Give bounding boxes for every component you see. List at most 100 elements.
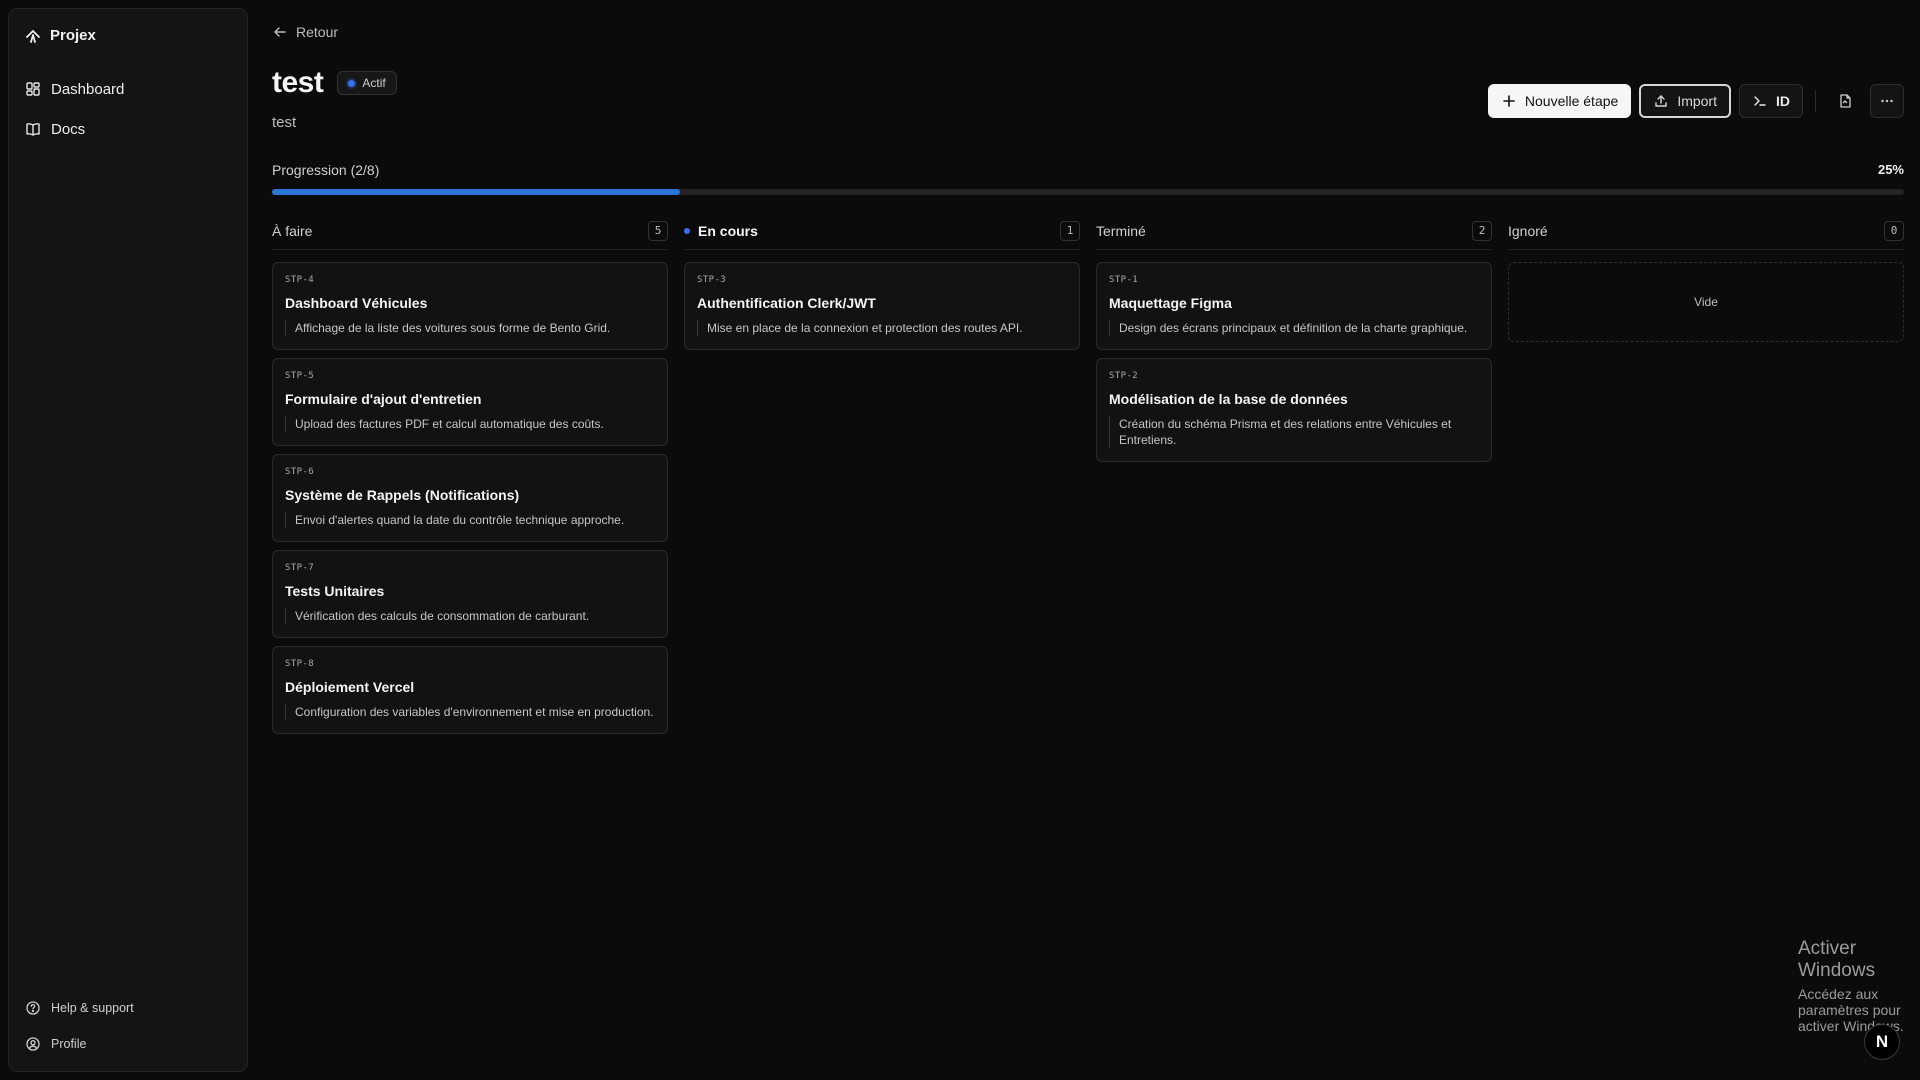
column-count-badge: 1 [1060, 220, 1080, 241]
terminal-icon [1752, 93, 1768, 109]
plus-icon [1501, 93, 1517, 109]
kanban-column: En cours 1 STP-3 Authentification Clerk/JWT… [684, 220, 1080, 742]
sidebar-item-docs[interactable]: Docs [17, 111, 241, 147]
task-title: Dashboard Véhicules [285, 295, 428, 311]
task-card[interactable]: STP-8 Déploiement Vercel Configuration des… [272, 646, 668, 734]
task-description: Mise en place de la connexion et protect… [697, 320, 1067, 336]
task-id: STP-4 [285, 275, 315, 285]
status-badge-label: Actif [362, 76, 386, 90]
task-card[interactable]: STP-3 Authentification Clerk/JWT Mise en p… [684, 262, 1080, 350]
book-icon [25, 121, 41, 137]
task-description: Configuration des variables d'environnem… [285, 704, 655, 720]
file-convert-icon [1837, 93, 1853, 109]
app: Projex Dashboard Docs Help & support Pro… [0, 0, 1920, 1080]
convert-button[interactable] [1828, 84, 1862, 118]
task-description: Vérification des calculs de consommation… [285, 608, 655, 624]
back-link[interactable]: Retour [272, 24, 338, 40]
column-title-label: À faire [272, 222, 313, 239]
column-header: En cours 1 [684, 220, 1080, 250]
task-id: STP-6 [285, 467, 315, 477]
task-title: Déploiement Vercel [285, 679, 415, 695]
more-horizontal-icon [1879, 93, 1895, 109]
progress-bar [272, 189, 1904, 195]
task-description: Upload des factures PDF et calcul automa… [285, 416, 655, 432]
brand-name: Projex [50, 27, 96, 44]
task-id: STP-1 [1109, 275, 1139, 285]
task-title: Système de Rappels (Notifications) [285, 487, 520, 503]
projex-logo-icon [25, 28, 41, 44]
more-options-button[interactable] [1870, 84, 1904, 118]
task-id: STP-7 [285, 563, 315, 573]
task-id: STP-2 [1109, 371, 1139, 381]
task-id: STP-5 [285, 371, 315, 381]
sidebar-item-label: Docs [51, 120, 86, 138]
id-label: ID [1776, 93, 1790, 109]
task-title: Formulaire d'ajout d'entretien [285, 391, 482, 407]
task-description: Design des écrans principaux et définiti… [1109, 320, 1479, 336]
new-step-label: Nouvelle étape [1524, 93, 1619, 109]
column-count-badge: 0 [1884, 220, 1904, 241]
column-header: Ignoré 0 [1508, 220, 1904, 250]
status-badge: Actif [337, 71, 397, 95]
kanban-column: Ignoré 0 Vide [1508, 220, 1904, 742]
task-title: Maquettage Figma [1109, 295, 1232, 311]
column-header: Terminé 2 [1096, 220, 1492, 250]
watermark-title: Activer Windows [1798, 938, 1876, 981]
new-step-button[interactable]: Nouvelle étape [1487, 84, 1632, 118]
task-card[interactable]: STP-2 Modélisation de la base de données C… [1096, 358, 1492, 462]
page-subtitle: test [272, 114, 297, 131]
main-content: Retour test Actif test Nouvelle étape Im… [272, 0, 1904, 1080]
progress-percent: 25% [1877, 162, 1904, 177]
column-count-badge: 2 [1472, 220, 1492, 241]
status-dot-icon [348, 79, 356, 87]
windows-activation-watermark: Activer Windows Accédez aux paramètres p… [1798, 938, 1904, 1034]
task-id: STP-3 [697, 275, 727, 285]
column-title: Ignoré [1508, 223, 1548, 239]
grid-icon [25, 81, 41, 97]
sidebar-item-help[interactable]: Help & support [17, 991, 241, 1025]
kanban-board: À faire 5 STP-4 Dashboard Véhicules Affichag… [272, 220, 1904, 742]
task-id: STP-8 [285, 659, 315, 669]
column-title-label: Ignoré [1508, 222, 1548, 239]
brand[interactable]: Projex [25, 27, 96, 44]
progress-bar-fill [272, 189, 680, 195]
sidebar-item-dashboard[interactable]: Dashboard [17, 71, 241, 107]
import-button[interactable]: Import [1639, 84, 1731, 118]
sidebar-item-label: Help & support [51, 1001, 134, 1015]
task-card[interactable]: STP-7 Tests Unitaires Vérification des cal… [272, 550, 668, 638]
column-title: Terminé [1096, 223, 1146, 239]
column-count-badge: 5 [648, 220, 668, 241]
task-description: Affichage de la liste des voitures sous … [285, 320, 655, 336]
task-card[interactable]: STP-5 Formulaire d'ajout d'entretien Uploa… [272, 358, 668, 446]
column-title-label: En cours [698, 222, 758, 239]
sidebar-item-label: Dashboard [51, 80, 125, 98]
sidebar-footer: Help & support Profile [17, 991, 241, 1063]
task-card[interactable]: STP-4 Dashboard Véhicules Affichage de la … [272, 262, 668, 350]
task-card[interactable]: STP-6 Système de Rappels (Notifications) E… [272, 454, 668, 542]
progress-label: Progression (2/8) [272, 162, 380, 178]
help-icon [25, 1000, 41, 1016]
toolbar: Nouvelle étape Import ID [1487, 84, 1904, 118]
back-label: Retour [296, 24, 339, 40]
column-title: En cours [684, 223, 758, 239]
kanban-column: Terminé 2 STP-1 Maquettage Figma Design des … [1096, 220, 1492, 742]
sidebar-item-label: Profile [51, 1037, 87, 1051]
sidebar-item-profile[interactable]: Profile [17, 1027, 241, 1061]
title-row: test Actif [272, 66, 397, 100]
task-card[interactable]: STP-1 Maquettage Figma Design des écrans p… [1096, 262, 1492, 350]
sidebar: Projex Dashboard Docs Help & support Pro… [8, 8, 248, 1072]
task-title: Tests Unitaires [285, 583, 385, 599]
id-button[interactable]: ID [1739, 84, 1803, 118]
task-description: Création du schéma Prisma et des relatio… [1109, 416, 1479, 448]
task-title: Modélisation de la base de données [1109, 391, 1348, 407]
column-header: À faire 5 [272, 220, 668, 250]
toolbar-divider [1815, 90, 1816, 112]
n-avatar-button[interactable]: N [1864, 1024, 1900, 1060]
kanban-column: À faire 5 STP-4 Dashboard Véhicules Affichag… [272, 220, 668, 742]
import-label: Import [1677, 93, 1717, 109]
user-icon [25, 1036, 41, 1052]
in-progress-dot-icon [684, 227, 690, 234]
column-title: À faire [272, 223, 312, 239]
task-description: Envoi d'alertes quand la date du contrôl… [285, 512, 655, 528]
empty-column-placeholder: Vide [1508, 262, 1904, 342]
